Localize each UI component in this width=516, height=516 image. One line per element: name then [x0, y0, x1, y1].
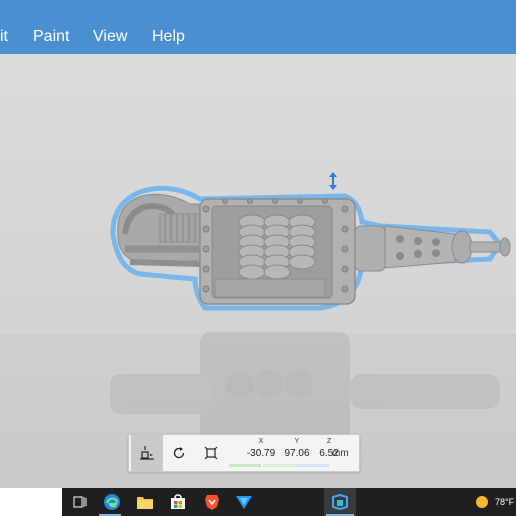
taskbar-search-area[interactable]: [0, 488, 62, 516]
menu-help[interactable]: Help: [152, 28, 185, 46]
menu-bar: it Paint View Help: [0, 0, 516, 54]
y-coordinate[interactable]: Y 97.06: [263, 435, 310, 471]
z-coordinate[interactable]: Z 6.52: [297, 435, 339, 471]
taskbar: [62, 488, 516, 516]
file-explorer-icon[interactable]: [135, 492, 155, 512]
weather-temperature[interactable]: 78°F: [495, 497, 514, 507]
brave-icon[interactable]: [202, 492, 222, 512]
drop-to-floor-icon: [140, 446, 154, 460]
menu-view[interactable]: View: [93, 28, 127, 46]
drop-to-floor-button[interactable]: [131, 435, 163, 471]
unit-label: mm: [332, 448, 349, 459]
rotate-button[interactable]: [163, 435, 195, 471]
engine-model[interactable]: [110, 172, 511, 311]
x-coordinate[interactable]: X -30.79: [229, 435, 275, 471]
z-axis-bar: [297, 464, 329, 467]
x-axis-bar: [229, 464, 261, 467]
model-svg: [110, 172, 511, 442]
transform-toolbar: X -30.79 Y 97.06 Z 6.52 mm: [128, 434, 360, 472]
task-view-icon[interactable]: [70, 492, 90, 512]
menu-paint[interactable]: Paint: [33, 28, 69, 46]
edge-icon[interactable]: [102, 492, 122, 512]
model-reflection: [110, 332, 500, 442]
viewport-canvas[interactable]: [0, 54, 516, 488]
store-icon[interactable]: [168, 492, 188, 512]
fit-scale-icon: [204, 446, 218, 460]
fit-scale-button[interactable]: [195, 435, 227, 471]
app-triangle-icon[interactable]: [234, 492, 254, 512]
move-vertical-handle-icon[interactable]: [329, 172, 337, 190]
paint3d-icon[interactable]: [330, 492, 350, 512]
z-label: Z: [326, 438, 332, 445]
weather-sun-icon[interactable]: [472, 492, 492, 512]
rotate-icon: [173, 447, 185, 459]
menu-edit[interactable]: it: [0, 28, 8, 46]
y-axis-bar: [263, 464, 297, 467]
